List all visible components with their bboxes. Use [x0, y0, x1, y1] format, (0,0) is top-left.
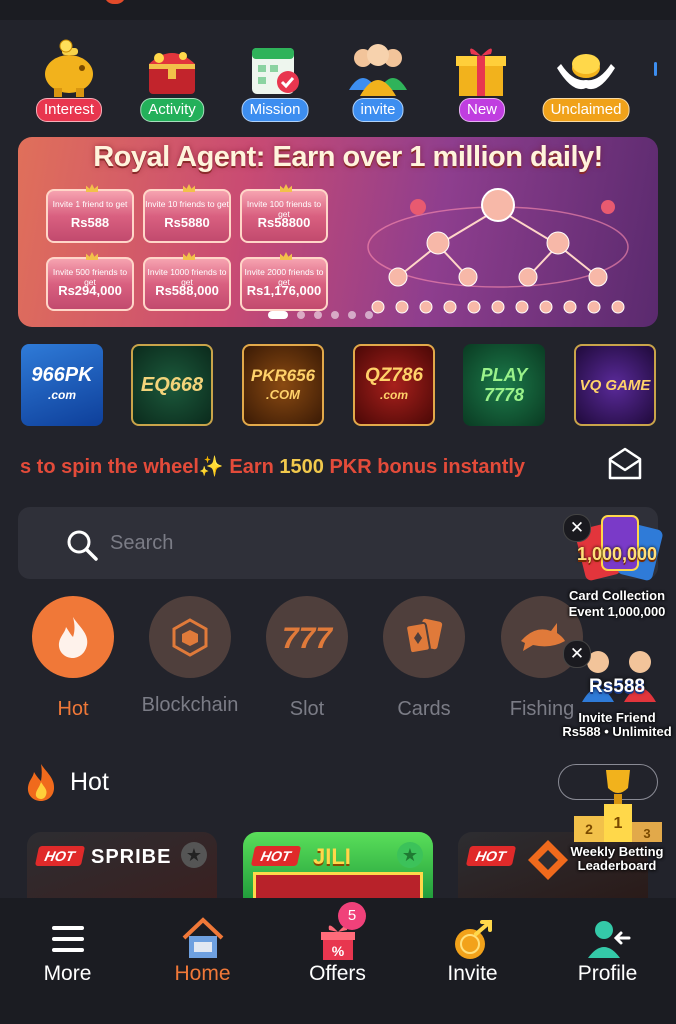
banner-tier: Invite 2000 friends to get Rs1,176,000: [240, 252, 328, 311]
top-status-strip: [0, 0, 676, 20]
fire-icon: [27, 764, 55, 801]
promo-banner[interactable]: Royal Agent: Earn over 1 million daily! …: [18, 137, 658, 327]
treasure-chest-icon: [149, 52, 195, 94]
announcement-marquee: s to spin the wheel✨ Earn 1500 PKR bonus…: [20, 456, 526, 478]
partner-sites-row: 966PK .com EQ668 PKR656 .COM QZ786 .com PLA…: [0, 344, 676, 426]
svg-text:2: 2: [585, 821, 593, 837]
quick-unclaimed[interactable]: Unclaimed: [536, 34, 636, 124]
banner-pagination: [268, 306, 382, 324]
game-card[interactable]: HOT SPRIBE ★: [27, 832, 217, 902]
search-placeholder: Search: [110, 532, 174, 554]
quick-label: Unclaimed: [542, 98, 630, 122]
hands-coins-icon: [557, 54, 615, 90]
top-indicator: [104, 0, 126, 4]
banner-tier: Invite 500 friends to get Rs294,000: [46, 252, 134, 311]
category-blockchain[interactable]: Blockchain: [142, 596, 238, 718]
quick-mission[interactable]: Mission: [225, 34, 325, 124]
quick-label: Mission: [241, 98, 309, 122]
quick-activity[interactable]: Activity: [122, 34, 222, 124]
game-card[interactable]: HOT JILI ★: [243, 832, 433, 902]
banner-title: Royal Agent: Earn over 1 million daily!: [93, 141, 603, 173]
quick-label: New: [458, 98, 506, 122]
partner-tile[interactable]: EQ668: [131, 344, 213, 426]
nav-profile[interactable]: Profile: [540, 898, 675, 1024]
hot-section-title: Hot: [70, 768, 109, 796]
close-icon[interactable]: ✕: [563, 514, 591, 542]
menu-icon: [51, 926, 84, 952]
cards-icon: [405, 618, 443, 655]
piggy-bank-icon: [45, 39, 93, 97]
partner-tile[interactable]: VQ GAME: [574, 344, 656, 426]
favorite-star-icon[interactable]: ★: [397, 842, 423, 868]
cube-icon: [172, 618, 208, 657]
flame-icon: [58, 617, 88, 658]
mail-icon[interactable]: [607, 447, 643, 481]
partner-tile[interactable]: 966PK .com: [21, 344, 103, 426]
svg-text:%: %: [331, 943, 344, 959]
quick-label: Activity: [140, 98, 204, 122]
hot-section-header: Hot: [24, 762, 109, 802]
group-people-icon: [349, 44, 407, 96]
referral-tree-illustration: [367, 188, 629, 314]
gift-box-icon: [456, 48, 506, 96]
close-icon[interactable]: ✕: [563, 640, 591, 668]
banner-tier: Invite 100 friends to get Rs58800: [240, 184, 328, 243]
quick-new[interactable]: New: [432, 34, 532, 124]
quick-label: Interest: [35, 98, 103, 122]
svg-text:3: 3: [643, 826, 650, 841]
nav-home[interactable]: Home: [135, 898, 270, 1024]
calendar-check-icon: [252, 48, 299, 94]
coin-arrow-icon: [454, 920, 492, 959]
scroll-hint: [654, 62, 657, 76]
svg-text:777: 777: [282, 622, 333, 654]
nav-more[interactable]: More: [0, 898, 135, 1024]
partner-tile[interactable]: PKR656 .COM: [242, 344, 324, 426]
category-slot[interactable]: 777 Slot: [265, 596, 349, 722]
quick-actions-bar: Interest Activity Mission invite New Unc…: [0, 34, 676, 124]
banner-tier: Invite 1 friend to get Rs588: [46, 184, 134, 243]
quick-invite[interactable]: invite: [328, 34, 428, 124]
leaderboard-promo[interactable]: 1 2 3 Weekly Betting Leaderboard: [560, 764, 674, 874]
user-icon: [587, 921, 630, 958]
home-icon: [182, 917, 223, 958]
quick-label: invite: [352, 98, 404, 122]
search-icon: [67, 530, 98, 561]
slot-777-icon: 777: [282, 622, 333, 654]
banner-tier: Invite 1000 friends to get Rs588,000: [143, 252, 231, 311]
svg-text:1: 1: [614, 815, 623, 832]
category-cards[interactable]: Cards: [382, 596, 466, 722]
quick-interest[interactable]: Interest: [19, 34, 119, 124]
category-hot[interactable]: Hot: [31, 596, 115, 722]
partner-tile[interactable]: PLAY 7778: [463, 344, 545, 426]
partner-tile[interactable]: QZ786 .com: [353, 344, 435, 426]
banner-tier: Invite 10 friends to get Rs5880: [143, 184, 231, 243]
trophy-podium-icon: 1 2 3: [574, 770, 662, 842]
favorite-star-icon[interactable]: ★: [181, 842, 207, 868]
nav-invite[interactable]: Invite: [405, 898, 540, 1024]
offers-badge: 5: [338, 902, 366, 930]
